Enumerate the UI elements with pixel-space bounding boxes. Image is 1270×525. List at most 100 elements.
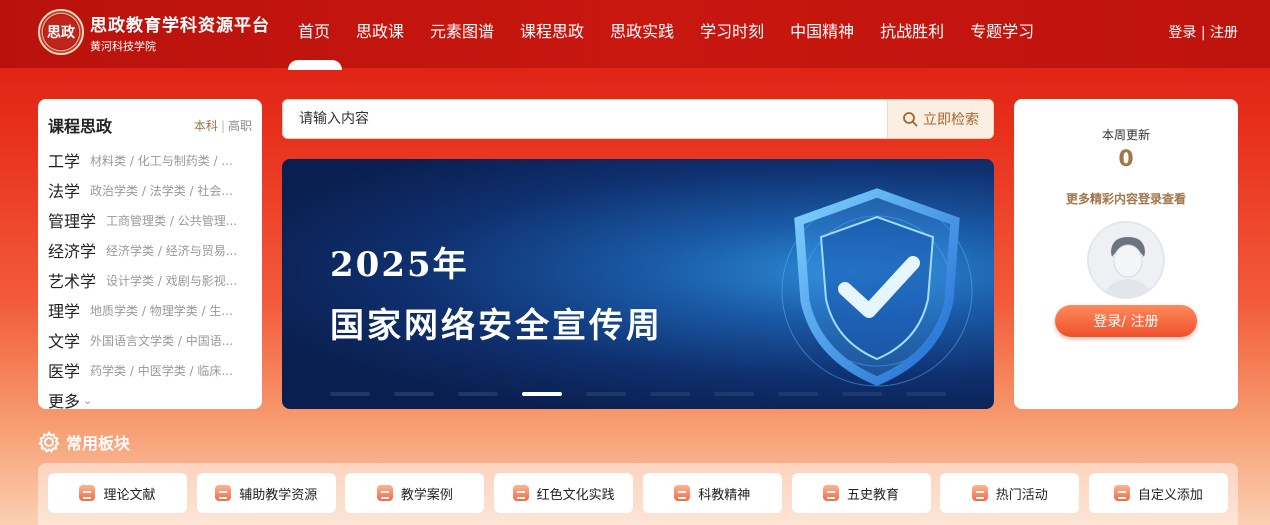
auth-links: 登录 | 注册 [1168, 22, 1238, 42]
nav-element-graph[interactable]: 元素图谱 [430, 18, 494, 42]
search-button-label: 立即检索 [923, 112, 979, 128]
gear-icon [38, 431, 60, 453]
weekly-update-label: 本周更新 [1101, 128, 1150, 142]
search-bar: 立即检索 [282, 99, 994, 139]
tab-vocational[interactable]: 高职 [228, 119, 252, 133]
top-header: 思政 思政教育学科资源平台 黄河科技学院 首页 思政课 元素图谱 课程思政 思政… [0, 0, 1270, 68]
category-desc[interactable]: 外国语言文学类 / 中国语... [90, 332, 233, 349]
more-label: 更多 [48, 392, 81, 411]
category-row[interactable]: 管理学 工商管理类 / 公共管理... [48, 205, 252, 235]
category-row[interactable]: 医学 药学类 / 中医学类 / 临床... [48, 355, 252, 385]
category-name[interactable]: 管理学 [48, 208, 96, 232]
main-nav: 首页 思政课 元素图谱 课程思政 思政实践 学习时刻 中国精神 抗战胜利 专题学… [286, 0, 1060, 60]
site-logo[interactable]: 思政 思政教育学科资源平台 黄河科技学院 [38, 9, 270, 55]
tab-separator: | [220, 118, 225, 133]
nav-ideology-course[interactable]: 思政课 [356, 18, 404, 42]
nav-china-spirit[interactable]: 中国精神 [790, 18, 854, 42]
chat-icon [376, 485, 393, 501]
carousel-dot[interactable] [586, 392, 626, 396]
category-desc[interactable]: 工商管理类 / 公共管理... [106, 212, 237, 229]
nav-home[interactable]: 首页 [298, 18, 330, 42]
category-row[interactable]: 工学 材料类 / 化工与制药类 / ... [48, 145, 252, 175]
site-title: 思政教育学科资源平台 [90, 15, 270, 36]
quick-link-custom-add[interactable]: 自定义添加 [1088, 473, 1228, 513]
chat-icon [971, 485, 988, 501]
shield-check-icon [781, 188, 973, 387]
quick-link-science-spirit[interactable]: 科教精神 [642, 473, 782, 513]
quick-link-five-histories[interactable]: 五史教育 [791, 473, 931, 513]
category-name[interactable]: 理学 [48, 298, 80, 322]
category-desc[interactable]: 设计学类 / 戏剧与影视... [106, 272, 237, 289]
category-row[interactable]: 艺术学 设计学类 / 戏剧与影视... [48, 265, 252, 295]
category-name[interactable]: 医学 [48, 358, 80, 382]
category-row[interactable]: 文学 外国语言文学类 / 中国语... [48, 325, 252, 355]
quick-link-label: 科教精神 [698, 487, 751, 503]
nav-topic-study[interactable]: 专题学习 [970, 18, 1034, 42]
quick-link-label: 红色文化实践 [536, 487, 615, 503]
banner-year: 2025年 [330, 245, 469, 285]
carousel-dot[interactable] [778, 392, 818, 396]
search-button[interactable]: 立即检索 [887, 100, 993, 138]
category-row[interactable]: 法学 政治学类 / 法学类 / 社会... [48, 175, 252, 205]
banner-title: 国家网络安全宣传周 [330, 306, 663, 346]
category-desc[interactable]: 药学类 / 中医学类 / 临床... [90, 362, 233, 379]
category-name[interactable]: 艺术学 [48, 268, 96, 292]
carousel-banner[interactable]: 2025年 国家网络安全宣传周 [282, 159, 994, 409]
carousel-dot[interactable] [650, 392, 690, 396]
category-desc[interactable]: 地质学类 / 物理学类 / 生... [90, 302, 233, 319]
quick-link-label: 热门活动 [995, 487, 1048, 503]
search-icon [903, 112, 918, 127]
quick-links: 理论文献 辅助教学资源 教学案例 红色文化实践 科教精神 五史教育 热门活动 自… [38, 463, 1238, 525]
category-name[interactable]: 法学 [48, 178, 80, 202]
carousel-dot[interactable] [714, 392, 754, 396]
register-link[interactable]: 注册 [1210, 25, 1238, 41]
quick-link-red-culture[interactable]: 红色文化实践 [494, 473, 634, 513]
chat-icon [215, 485, 232, 501]
category-name[interactable]: 经济学 [48, 238, 96, 262]
category-desc[interactable]: 政治学类 / 法学类 / 社会... [90, 182, 233, 199]
chat-icon [512, 485, 529, 501]
panel-title: 课程思政 [48, 117, 113, 136]
quick-link-label: 理论文献 [103, 487, 156, 503]
more-categories-button[interactable]: 更多 ⌄ [48, 385, 252, 415]
category-desc[interactable]: 经济学类 / 经济与贸易... [106, 242, 237, 259]
category-name[interactable]: 文学 [48, 328, 80, 352]
chat-icon [79, 485, 96, 501]
chat-icon [823, 485, 839, 501]
user-avatar-icon [1103, 237, 1153, 297]
carousel-dot[interactable] [522, 392, 562, 396]
carousel-dot[interactable] [394, 392, 434, 396]
chat-icon [674, 485, 691, 501]
carousel-dot[interactable] [842, 392, 882, 396]
quick-link-cases[interactable]: 教学案例 [345, 473, 485, 513]
auth-separator: | [1200, 25, 1206, 41]
carousel-dot[interactable] [458, 392, 498, 396]
logo-seal-icon: 思政 [38, 9, 84, 55]
search-input[interactable] [283, 100, 887, 138]
quick-link-theory[interactable]: 理论文献 [48, 473, 187, 513]
nav-study-moment[interactable]: 学习时刻 [700, 18, 764, 42]
tab-undergrad[interactable]: 本科 [194, 119, 218, 133]
category-name[interactable]: 工学 [48, 148, 80, 172]
chat-icon [1113, 485, 1130, 501]
avatar [1087, 221, 1165, 299]
quick-link-hot-events[interactable]: 热门活动 [940, 473, 1080, 513]
carousel-dot[interactable] [330, 392, 370, 396]
nav-war-victory[interactable]: 抗战胜利 [880, 18, 944, 42]
section-title: 常用板块 [66, 434, 131, 453]
site-subtitle: 黄河科技学院 [90, 39, 156, 53]
login-register-button[interactable]: 登录/ 注册 [1055, 305, 1197, 337]
category-desc[interactable]: 材料类 / 化工与制药类 / ... [90, 152, 233, 169]
quick-link-teaching-resources[interactable]: 辅助教学资源 [196, 473, 336, 513]
category-row[interactable]: 经济学 经济学类 / 经济与贸易... [48, 235, 252, 265]
course-category-panel: 课程思政 本科 | 高职 工学 材料类 / 化工与制药类 / ... 法学 政治学类 /… [38, 99, 262, 411]
nav-active-indicator [288, 60, 342, 70]
nav-practice[interactable]: 思政实践 [610, 18, 674, 42]
user-panel: 本周更新 0 更多精彩内容登录查看 登录/ 注册 [1014, 99, 1238, 409]
quick-link-label: 教学案例 [400, 487, 453, 503]
nav-course-ideology[interactable]: 课程思政 [520, 18, 584, 42]
carousel-dots [330, 392, 970, 396]
category-row[interactable]: 理学 地质学类 / 物理学类 / 生... [48, 295, 252, 325]
carousel-dot[interactable] [906, 392, 946, 396]
login-link[interactable]: 登录 [1168, 25, 1196, 41]
